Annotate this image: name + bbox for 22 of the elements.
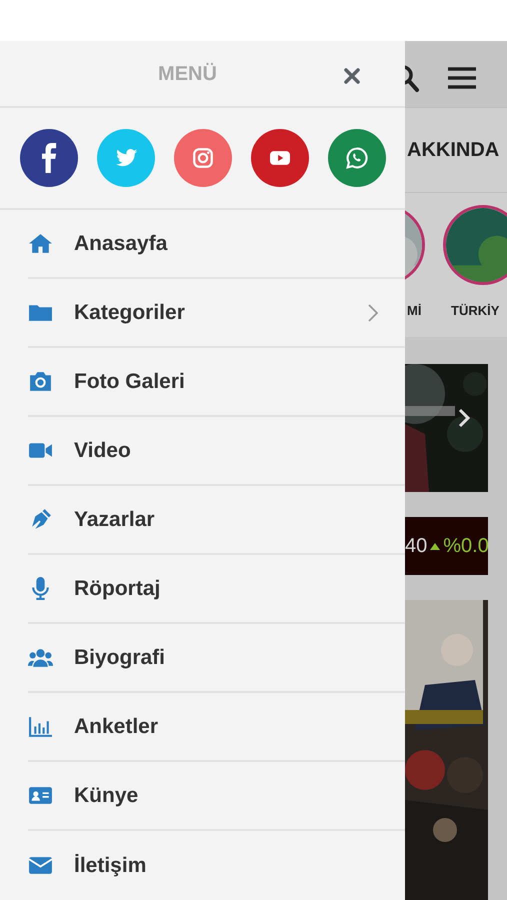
menu-icon[interactable] <box>447 66 477 90</box>
menu-item[interactable]: İletişim <box>74 850 146 882</box>
menu-title: MENÜ <box>158 62 218 87</box>
ticker-change: %0.0 <box>443 534 488 559</box>
menu-item[interactable]: Anasayfa <box>74 228 168 260</box>
story-label[interactable]: TÜRKİY <box>451 301 500 321</box>
camera-icon <box>28 369 53 394</box>
menu-item[interactable]: Künye <box>74 780 138 812</box>
story-label[interactable]: Mİ <box>407 301 422 321</box>
menu-item[interactable]: Foto Galeri <box>74 366 185 398</box>
menu-item[interactable]: Anketler <box>74 710 158 742</box>
f-letter-icon <box>42 143 56 174</box>
menu-item[interactable]: Biyografi <box>74 642 166 674</box>
search-icon[interactable] <box>405 65 421 93</box>
menu-item[interactable]: Video <box>74 434 131 466</box>
close-icon[interactable] <box>343 67 361 85</box>
menu-item[interactable]: Kategoriler <box>74 296 185 328</box>
up-arrow-icon <box>430 542 440 550</box>
ticker-value: 40 <box>405 534 428 559</box>
bar-chart-icon <box>28 714 53 739</box>
menu-item[interactable]: Yazarlar <box>74 504 155 536</box>
menu-item[interactable]: Röportaj <box>74 572 160 604</box>
